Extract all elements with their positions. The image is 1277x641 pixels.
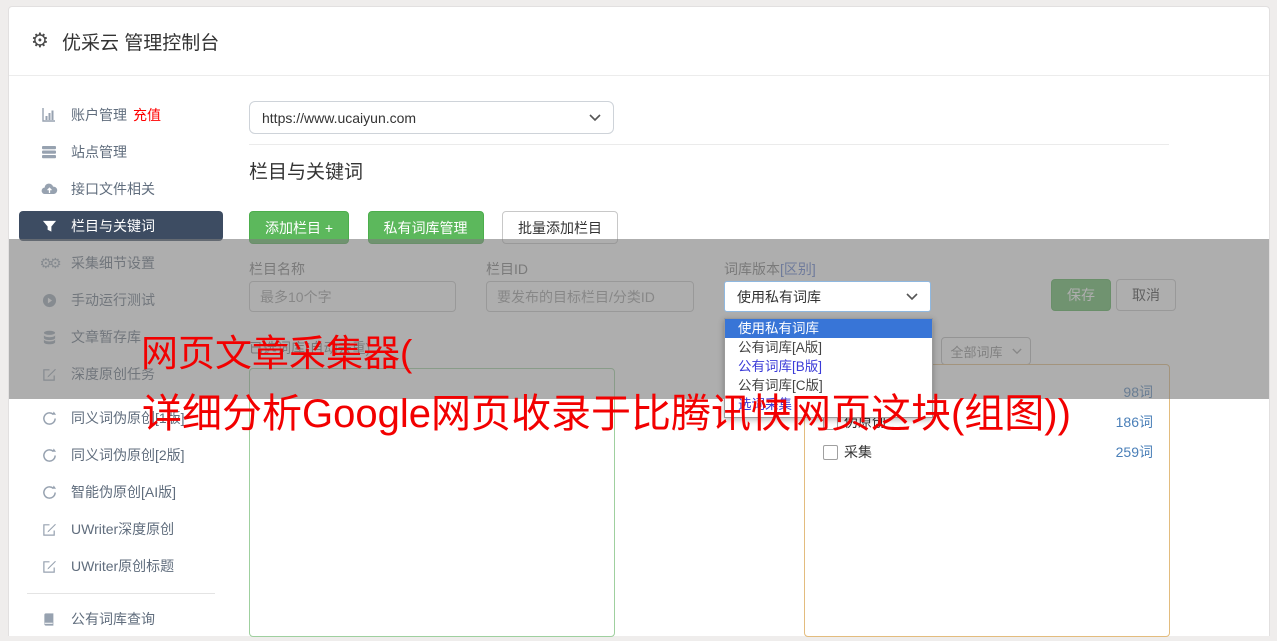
- sidebar-item-label: 站点管理: [71, 144, 127, 160]
- sidebar-item-book-13[interactable]: 公有词库查询: [19, 604, 223, 634]
- edit-icon: [39, 522, 59, 537]
- chevron-down-icon: [906, 292, 918, 300]
- annotation-line1: 网页文章采集器(: [141, 333, 413, 374]
- thesaurus-version-value: 使用私有词库: [737, 288, 821, 305]
- library-row: 采集 259词: [823, 443, 1153, 461]
- site-url-value: https://www.ucaiyun.com: [262, 109, 417, 126]
- dropdown-option[interactable]: 公有词库[B版]: [725, 357, 932, 376]
- sidebar-item-bar-chart-0[interactable]: 账户管理 充值: [19, 100, 223, 130]
- thesaurus-version-select[interactable]: 使用私有词库: [724, 281, 931, 312]
- sidebar-item-label: UWriter原创标题: [71, 558, 175, 574]
- app-title: 优采云 管理控制台: [61, 32, 220, 54]
- page-title: 栏目与关键词: [249, 162, 364, 183]
- bar-chart-icon: [39, 107, 59, 123]
- library-checkbox[interactable]: [823, 444, 838, 460]
- edit-icon: [39, 559, 59, 574]
- book-icon: [39, 612, 59, 627]
- sidebar-item-label: 接口文件相关: [71, 181, 155, 197]
- sidebar-item-label: 公有词库查询: [71, 611, 155, 627]
- refresh-icon: [39, 484, 59, 500]
- gear-icon: ⚙: [31, 30, 49, 52]
- dropdown-option[interactable]: 公有词库[A版]: [725, 338, 932, 357]
- sidebar-item-label: UWriter深度原创: [71, 521, 175, 537]
- recharge-badge[interactable]: 充值: [133, 105, 161, 125]
- sidebar-item-cloud-upload-2[interactable]: 接口文件相关: [19, 174, 223, 204]
- dropdown-option[interactable]: 使用私有词库: [725, 319, 932, 338]
- sidebar-item-label: 智能伪原创[AI版]: [71, 484, 177, 500]
- sidebar-divider: [27, 593, 215, 594]
- app-window: ⚙ 优采云 管理控制台 账户管理充值站点管理接口文件相关栏目与关键词⚙⚙采集细节…: [8, 6, 1270, 637]
- refresh-icon: [39, 410, 59, 426]
- sidebar-item-refresh-9[interactable]: 同义词伪原创[2版]: [19, 440, 223, 470]
- cloud-upload-icon: [39, 181, 59, 197]
- content-divider: [249, 144, 1169, 145]
- sidebar-item-server-1[interactable]: 站点管理: [19, 137, 223, 167]
- header: ⚙ 优采云 管理控制台: [9, 7, 1269, 76]
- server-icon: [39, 144, 59, 160]
- sidebar-item-filter-3[interactable]: 栏目与关键词: [19, 211, 223, 241]
- word-count: 186词: [1115, 414, 1153, 430]
- annotation-line2: 详细分析Google网页收录于比腾讯快网页这块(组图)): [142, 392, 1071, 436]
- sidebar-item-label: 栏目与关键词: [71, 218, 155, 234]
- word-count: 259词: [1115, 444, 1153, 460]
- chevron-down-icon: [589, 113, 601, 121]
- library-name: 采集: [844, 444, 872, 460]
- sidebar-item-refresh-10[interactable]: 智能伪原创[AI版]: [19, 477, 223, 507]
- filter-icon: [39, 219, 59, 234]
- refresh-icon: [39, 447, 59, 463]
- site-url-select[interactable]: https://www.ucaiyun.com: [249, 101, 614, 134]
- sidebar-item-edit-11[interactable]: UWriter深度原创: [19, 514, 223, 544]
- sidebar-item-label: 同义词伪原创[2版]: [71, 447, 185, 463]
- sidebar-item-edit-12[interactable]: UWriter原创标题: [19, 551, 223, 581]
- sidebar-item-label: 账户管理: [71, 107, 127, 123]
